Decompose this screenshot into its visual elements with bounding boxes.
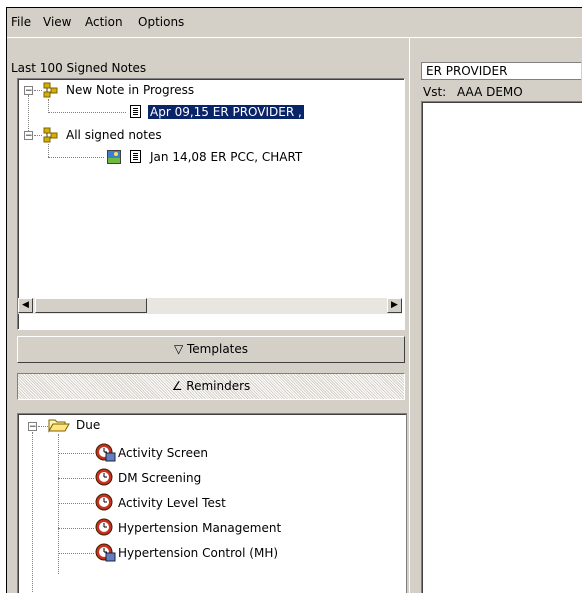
tree-group-new-note[interactable]: New Note in Progress — [66, 81, 194, 99]
provider-field: ER PROVIDER — [421, 62, 581, 80]
menu-options[interactable]: Options — [138, 15, 184, 29]
note-document-icon — [130, 150, 141, 163]
reminder-clock-icon — [95, 493, 113, 511]
reminder-clock-icon — [95, 543, 116, 562]
note-document-icon — [130, 105, 141, 118]
tree-connector — [28, 95, 30, 131]
scroll-left-icon[interactable]: ◀ — [18, 298, 33, 313]
reminder-clock-icon — [95, 443, 116, 462]
tree-group-all-signed[interactable]: All signed notes — [66, 126, 162, 144]
reminder-item-label: DM Screening — [118, 471, 202, 485]
tree-connector — [48, 112, 126, 114]
tree-connector — [58, 553, 94, 555]
menu-divider — [7, 37, 582, 38]
reminders-tree[interactable]: − Due Activity Screen DM Screening Activ… — [17, 413, 407, 593]
tree-connector — [58, 478, 94, 480]
menu-view[interactable]: View — [43, 15, 71, 29]
note-item-apr[interactable]: Apr 09,15 ER PROVIDER , — [148, 103, 304, 121]
reminder-item-label: Activity Screen — [118, 446, 208, 460]
app-window: File View Action Options Last 100 Signed… — [6, 7, 582, 593]
tree-group-label: New Note in Progress — [66, 83, 195, 97]
menu-bar: File View Action Options — [7, 8, 582, 38]
note-item-label: Apr 09,15 ER PROVIDER , — [148, 105, 304, 119]
tree-connector — [38, 426, 48, 428]
reminders-button[interactable]: ∠ Reminders — [17, 373, 405, 400]
tree-connector — [58, 503, 94, 505]
menu-file[interactable]: File — [11, 15, 31, 29]
note-item-label: Jan 14,08 ER PCC, CHART — [150, 150, 303, 164]
reminder-item[interactable]: DM Screening — [118, 469, 201, 487]
tree-group-icon — [43, 127, 58, 143]
reminder-group-label: Due — [76, 418, 101, 432]
menu-action[interactable]: Action — [85, 15, 123, 29]
reminder-item-label: Hypertension Control (MH) — [118, 546, 279, 560]
notes-list-title: Last 100 Signed Notes — [11, 61, 147, 75]
pane-splitter[interactable] — [409, 38, 412, 593]
reminder-item-label: Hypertension Management — [118, 521, 282, 535]
tree-connector — [58, 528, 94, 530]
notes-horizontal-scrollbar[interactable]: ◀ ▶ — [18, 298, 402, 314]
visit-label: Vst: — [423, 85, 447, 99]
reminder-group-due[interactable]: Due — [76, 416, 100, 434]
reminder-item[interactable]: Activity Level Test — [118, 494, 226, 512]
templates-button[interactable]: ▽ Templates — [17, 336, 405, 363]
collapse-icon[interactable]: − — [28, 422, 37, 432]
image-attachment-icon — [107, 150, 121, 164]
scroll-right-icon[interactable]: ▶ — [387, 298, 402, 313]
note-text-area[interactable] — [421, 101, 582, 593]
scroll-thumb[interactable] — [35, 298, 147, 313]
tree-connector — [48, 157, 104, 159]
tree-connector — [34, 90, 42, 92]
tree-connector — [32, 432, 34, 593]
reminder-clock-icon — [95, 468, 113, 486]
visit-value: AAA DEMO — [457, 85, 523, 99]
notes-tree[interactable]: − New Note in Progress Apr 09,15 ER PROV… — [17, 78, 405, 330]
reminder-clock-icon — [95, 518, 113, 536]
reminder-item[interactable]: Hypertension Control (MH) — [118, 544, 278, 562]
reminder-item-label: Activity Level Test — [118, 496, 226, 510]
reminder-item[interactable]: Hypertension Management — [118, 519, 281, 537]
tree-group-label: All signed notes — [66, 128, 162, 142]
tree-connector — [48, 144, 50, 157]
note-item-jan[interactable]: Jan 14,08 ER PCC, CHART — [150, 148, 302, 166]
tree-connector — [58, 453, 94, 455]
folder-open-icon — [48, 419, 70, 433]
tree-connector — [48, 99, 50, 113]
collapse-icon[interactable]: − — [24, 131, 33, 141]
tree-connector — [34, 135, 42, 137]
collapse-icon[interactable]: − — [24, 86, 33, 96]
tree-group-icon — [43, 82, 58, 98]
reminder-item[interactable]: Activity Screen — [118, 444, 208, 462]
